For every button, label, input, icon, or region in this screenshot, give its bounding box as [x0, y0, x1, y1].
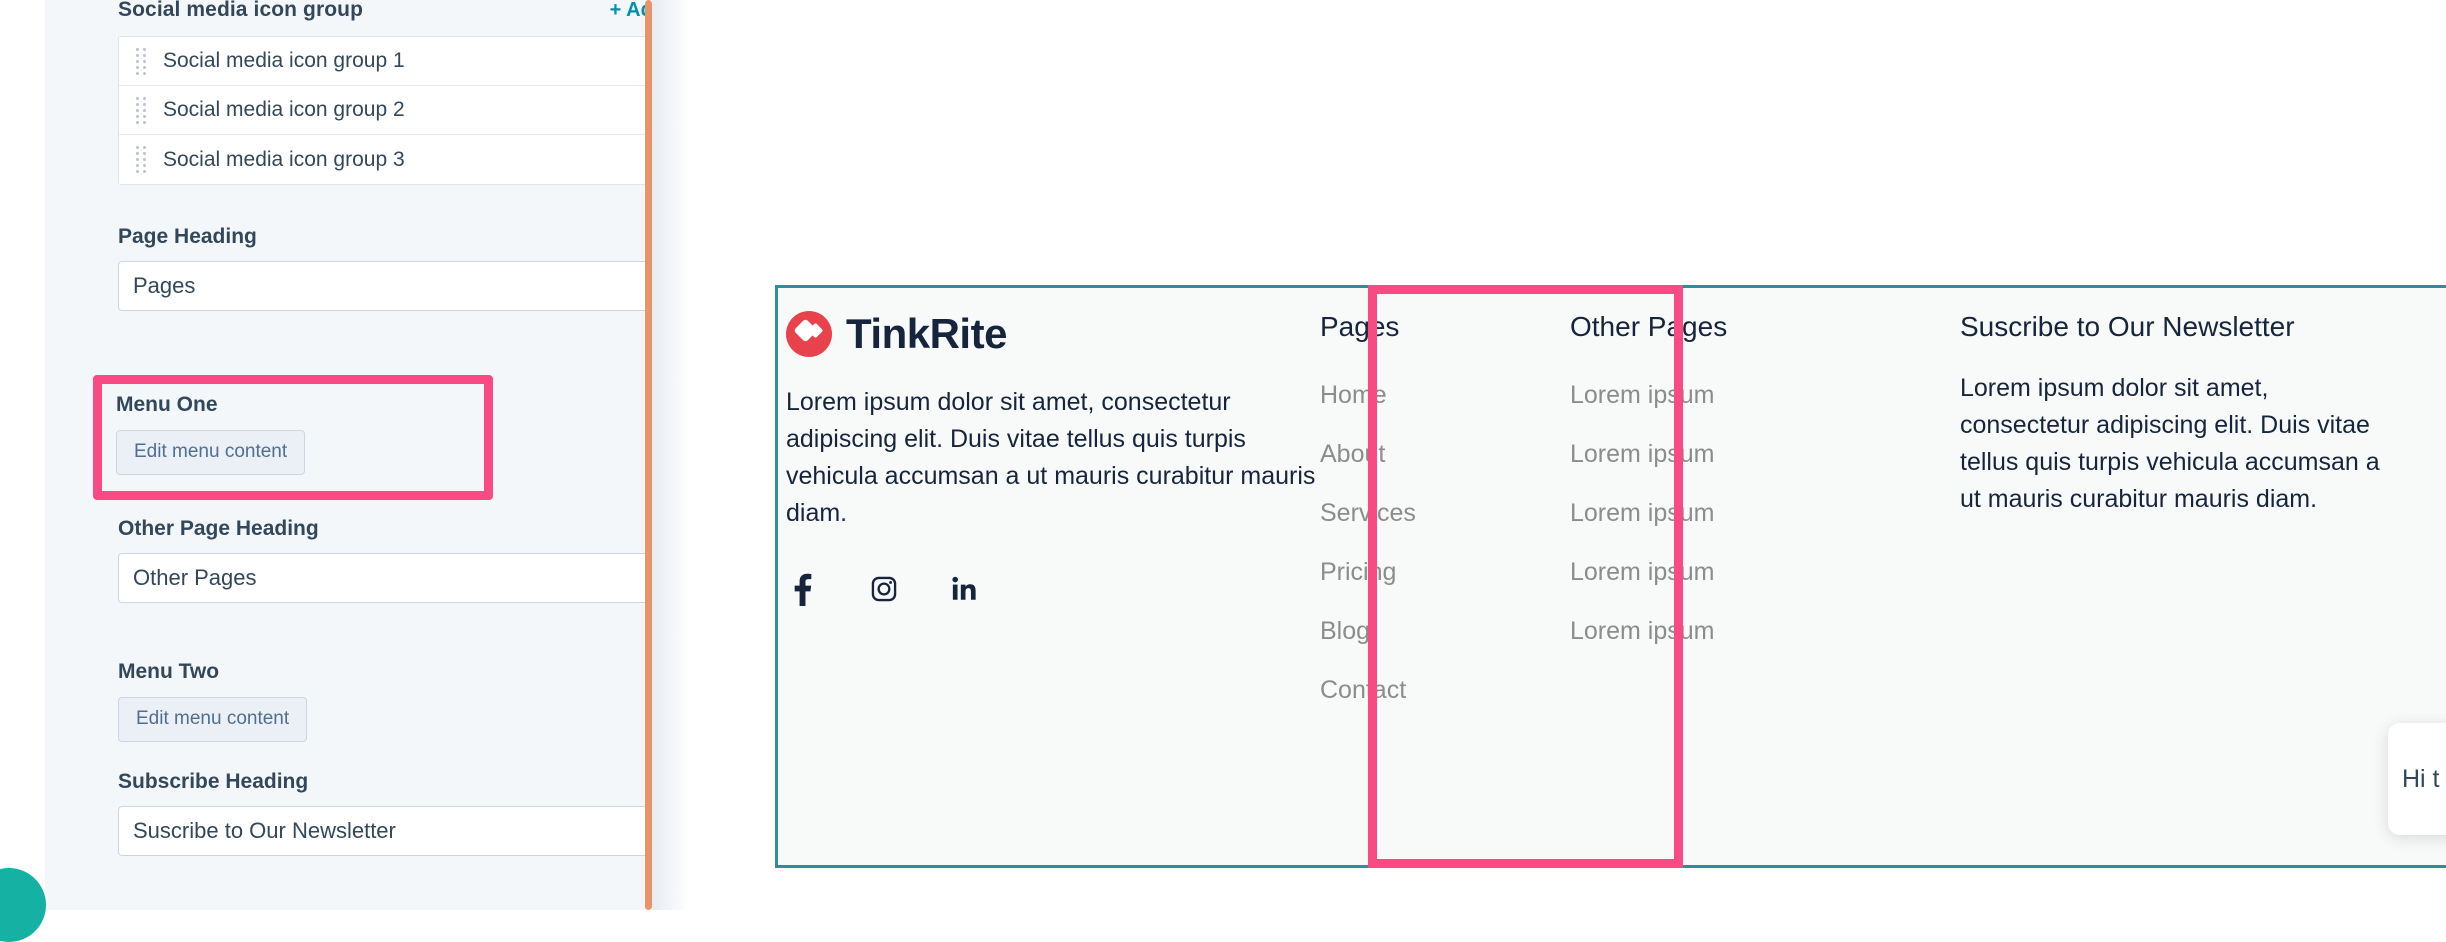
social-media-icon-group-section: Social media icon group + Add Social med… — [118, 0, 648, 185]
pages-column-heading: Pages — [1320, 311, 1400, 342]
sidebar-scrollbar[interactable] — [645, 0, 652, 910]
social-group-label: Social media icon group — [118, 0, 364, 21]
chat-widget-message: Hi t — [2402, 764, 2440, 793]
pages-link[interactable]: Pricing — [1320, 557, 1568, 587]
list-item[interactable]: Social media icon group 1 — [119, 37, 648, 86]
pages-link[interactable]: Contact — [1320, 675, 1568, 705]
brand-body-text: Lorem ipsum dolor sit amet, consectetur … — [786, 388, 1316, 527]
footer-subscribe-column: Suscribe to Our Newsletter Lorem ipsum d… — [1958, 288, 2446, 865]
social-group-list: Social media icon group 1 Social media i… — [118, 36, 648, 185]
list-item[interactable]: Social media icon group 2 — [119, 86, 648, 135]
sidebar-edge-shadow — [652, 0, 685, 910]
other-pages-link[interactable]: Lorem ipsum — [1570, 439, 1958, 469]
other-pages-link[interactable]: Lorem ipsum — [1570, 616, 1958, 646]
footer-pages-column: Pages Home About Services Pricing Blog C… — [1258, 288, 1568, 865]
social-group-header: Social media icon group + Add — [118, 0, 648, 22]
subscribe-heading-section: Subscribe Heading — [118, 770, 648, 856]
footer-other-pages-column: Other Pages Lorem ipsum Lorem ipsum Lore… — [1568, 288, 1958, 865]
pages-link-list: Home About Services Pricing Blog Contact — [1258, 380, 1568, 705]
menu-two-label: Menu Two — [118, 660, 220, 683]
pages-link[interactable]: Home — [1320, 380, 1568, 410]
facebook-icon[interactable] — [786, 572, 820, 606]
editor-sidebar: Social media icon group + Add Social med… — [45, 0, 648, 910]
social-icons-row — [786, 572, 1258, 606]
edit-menu-content-button-one[interactable]: Edit menu content — [116, 430, 306, 475]
subscribe-heading-input[interactable] — [118, 806, 648, 856]
drag-handle-icon[interactable] — [133, 96, 149, 124]
list-item[interactable]: Social media icon group 3 — [119, 135, 648, 184]
sidebar-left-rail — [0, 0, 45, 910]
subscribe-column-heading: Suscribe to Our Newsletter — [1960, 311, 2295, 342]
other-pages-column-heading: Other Pages — [1570, 311, 1728, 342]
brand-name: TinkRite — [846, 310, 1007, 357]
footer-brand-column: TinkRite Lorem ipsum dolor sit amet, con… — [778, 288, 1315, 865]
page-heading-section: Page Heading — [118, 225, 648, 311]
other-pages-link[interactable]: Lorem ipsum — [1570, 380, 1958, 410]
subscribe-body-text: Lorem ipsum dolor sit amet, consectetur … — [1960, 373, 2380, 513]
page-heading-input[interactable] — [118, 261, 648, 311]
other-page-heading-section: Other Page Heading — [118, 517, 648, 603]
list-item-label: Social media icon group 1 — [163, 49, 405, 72]
drag-handle-icon[interactable] — [133, 146, 149, 173]
edit-menu-content-button-two[interactable]: Edit menu content — [118, 697, 308, 742]
other-pages-link-list: Lorem ipsum Lorem ipsum Lorem ipsum Lore… — [1570, 380, 1958, 646]
menu-one-label: Menu One — [116, 393, 218, 416]
list-item-label: Social media icon group 3 — [163, 147, 405, 171]
page-heading-label: Page Heading — [118, 225, 257, 248]
preview-canvas: TinkRite Lorem ipsum dolor sit amet, con… — [685, 0, 2446, 910]
pages-link[interactable]: Services — [1320, 498, 1568, 528]
subscribe-heading-label: Subscribe Heading — [118, 770, 309, 793]
other-pages-link[interactable]: Lorem ipsum — [1570, 557, 1958, 587]
pages-link[interactable]: Blog — [1320, 616, 1568, 646]
linkedin-icon[interactable] — [948, 572, 982, 606]
other-page-heading-label: Other Page Heading — [118, 517, 319, 540]
other-page-heading-input[interactable] — [118, 553, 648, 603]
brand-row: TinkRite — [786, 310, 1258, 358]
pages-link[interactable]: About — [1320, 439, 1568, 469]
instagram-icon[interactable] — [867, 572, 901, 606]
menu-one-section-highlight: Menu One Edit menu content — [93, 375, 493, 500]
other-pages-link[interactable]: Lorem ipsum — [1570, 498, 1958, 528]
tinkrite-logo-icon — [786, 311, 832, 357]
drag-handle-icon[interactable] — [133, 47, 149, 75]
chat-widget[interactable]: Hi t — [2388, 723, 2446, 835]
menu-two-section: Menu Two Edit menu content — [118, 660, 648, 742]
list-item-label: Social media icon group 2 — [163, 98, 405, 121]
add-social-group-button[interactable]: + Add — [610, 0, 648, 22]
footer-module-selected[interactable]: TinkRite Lorem ipsum dolor sit amet, con… — [775, 285, 2446, 868]
